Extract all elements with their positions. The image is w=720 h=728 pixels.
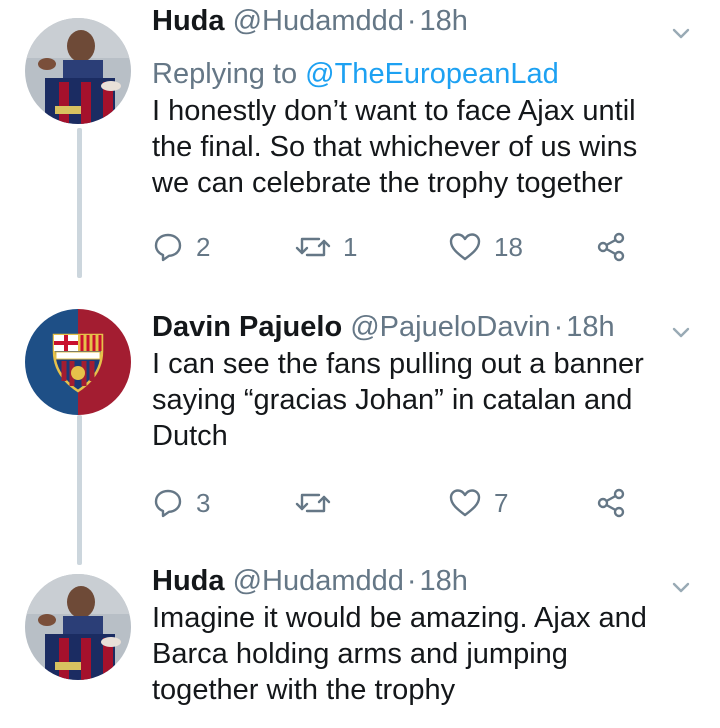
like-count: 7 <box>494 487 509 518</box>
heart-icon <box>449 233 481 261</box>
retweet-count: 1 <box>343 231 358 262</box>
avatar[interactable] <box>25 574 131 680</box>
share-button[interactable] <box>595 230 627 264</box>
separator: · <box>406 565 417 597</box>
retweet-button[interactable]: 1 <box>295 230 357 264</box>
separator: · <box>553 311 564 343</box>
avatar[interactable] <box>25 309 131 415</box>
tweet-text-line: Dutch <box>152 420 228 452</box>
display-name[interactable]: Huda <box>152 5 225 37</box>
tweet-header: Huda @Hudamddd · 18h <box>152 4 700 38</box>
separator: · <box>406 5 417 37</box>
retweet-icon <box>295 493 331 513</box>
chevron-down-icon[interactable] <box>672 578 690 596</box>
tweet-text-line: Imagine it would be amazing. Ajax and <box>152 602 647 634</box>
like-button[interactable]: 18 <box>448 230 523 264</box>
reply-button[interactable]: 3 <box>152 486 210 520</box>
timestamp[interactable]: 18h <box>420 565 468 597</box>
tweet-text-line: I honestly don’t want to face Ajax until <box>152 95 636 127</box>
chevron-down-icon[interactable] <box>672 24 690 42</box>
timestamp[interactable]: 18h <box>566 311 614 343</box>
tweet-text: I can see the fans pulling out a banner … <box>152 346 700 454</box>
chevron-down-icon[interactable] <box>672 323 690 341</box>
tweet-actions: 2 1 18 <box>152 230 652 264</box>
player-photo-avatar-icon <box>25 574 131 680</box>
player-photo-avatar-icon <box>25 18 131 124</box>
tweet-text: I honestly don’t want to face Ajax until… <box>152 93 700 201</box>
retweet-icon <box>295 237 331 257</box>
reply-count: 3 <box>196 487 211 518</box>
retweet-button[interactable] <box>295 486 343 520</box>
tweet-text-line: the final. So that whichever of us wins <box>152 131 638 163</box>
heart-icon <box>449 489 481 517</box>
display-name[interactable]: Huda <box>152 565 225 597</box>
user-handle[interactable]: @PajueloDavin <box>350 311 550 343</box>
timestamp[interactable]: 18h <box>420 5 468 37</box>
tweet-text-line: saying “gracias Johan” in catalan and <box>152 384 633 416</box>
share-icon <box>597 488 625 518</box>
tweet-header: Huda @Hudamddd · 18h <box>152 564 700 598</box>
display-name[interactable]: Davin Pajuelo <box>152 311 342 343</box>
tweet-text-line: together with the trophy <box>152 674 456 706</box>
tweet-actions: 3 7 <box>152 486 652 520</box>
tweet[interactable]: Davin Pajuelo @PajueloDavin · 18h I can se… <box>0 290 720 560</box>
replying-to-label: Replying to <box>152 58 298 90</box>
tweet-text-line: I can see the fans pulling out a banner <box>152 348 644 380</box>
tweet[interactable]: Huda @Hudamddd · 18h Replying to @TheEurop… <box>0 0 720 290</box>
reply-icon <box>154 489 182 518</box>
reply-icon <box>154 233 182 262</box>
tweet-text: Imagine it would be amazing. Ajax and Ba… <box>152 600 700 708</box>
tweet-header: Davin Pajuelo @PajueloDavin · 18h <box>152 310 700 344</box>
like-count: 18 <box>494 231 523 262</box>
share-button[interactable] <box>595 486 627 520</box>
reply-button[interactable]: 2 <box>152 230 210 264</box>
tweet[interactable]: Huda @Hudamddd · 18h Imagine it would be a… <box>0 560 720 728</box>
like-button[interactable]: 7 <box>448 486 508 520</box>
reply-count: 2 <box>196 231 211 262</box>
avatar[interactable] <box>25 18 131 124</box>
replying-to-link[interactable]: @TheEuropeanLad <box>305 58 559 90</box>
fcb-crest-avatar-icon <box>25 309 131 415</box>
tweet-text-line: Barca holding arms and jumping <box>152 638 568 670</box>
user-handle[interactable]: @Hudamddd <box>233 5 404 37</box>
user-handle[interactable]: @Hudamddd <box>233 565 404 597</box>
tweet-text-line: we can celebrate the trophy together <box>152 167 623 199</box>
replying-to: Replying to @TheEuropeanLad <box>152 56 700 92</box>
share-icon <box>597 232 625 262</box>
